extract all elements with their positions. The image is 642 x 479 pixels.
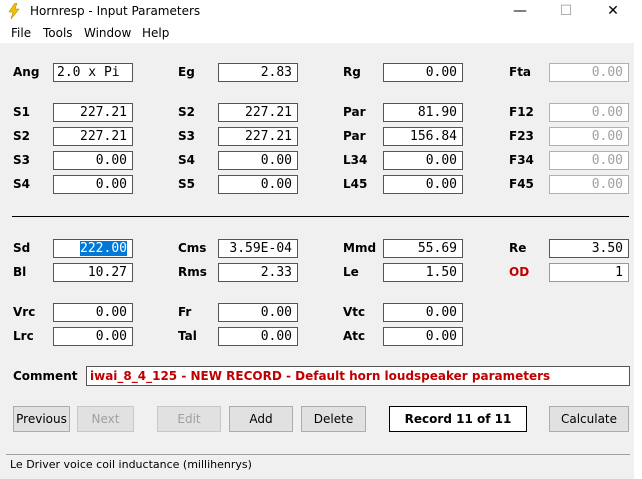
f34-field[interactable]: 0.00 <box>549 151 629 170</box>
hornresp-window: Hornresp - Input Parameters — ☐ ✕ File T… <box>0 0 634 479</box>
mmd-label: Mmd <box>343 241 377 255</box>
calculate-button[interactable]: Calculate <box>549 406 629 432</box>
s4-label: S4 <box>13 177 30 191</box>
s2-label: S2 <box>178 105 195 119</box>
eg-label: Eg <box>178 65 195 79</box>
menu-file[interactable]: File <box>11 26 31 40</box>
f12-label: F12 <box>509 105 534 119</box>
add-button[interactable]: Add <box>229 406 293 432</box>
sd-label: Sd <box>13 241 31 255</box>
fta-label: Fta <box>509 65 532 79</box>
sd-selected-value: 222.00 <box>80 241 127 256</box>
par-field[interactable]: 156.84 <box>383 127 463 146</box>
title-bar: Hornresp - Input Parameters — ☐ ✕ <box>0 0 634 23</box>
mmd-field[interactable]: 55.69 <box>383 239 463 258</box>
s2-field[interactable]: 227.21 <box>218 103 298 122</box>
tal-label: Tal <box>178 329 197 343</box>
s4-label: S4 <box>178 153 195 167</box>
fr-field[interactable]: 0.00 <box>218 303 298 322</box>
s4-field[interactable]: 0.00 <box>53 175 133 194</box>
lrc-field[interactable]: 0.00 <box>53 327 133 346</box>
vtc-label: Vtc <box>343 305 366 319</box>
input-parameters-panel: Ang 2.0 x Pi Eg 2.83 Rg 0.00 Fta 0.00 S1… <box>0 43 634 479</box>
re-field[interactable]: 3.50 <box>549 239 629 258</box>
lightning-bolt-icon <box>6 2 22 20</box>
menu-window[interactable]: Window <box>84 26 131 40</box>
par-field[interactable]: 81.90 <box>383 103 463 122</box>
f23-field[interactable]: 0.00 <box>549 127 629 146</box>
bl-field[interactable]: 10.27 <box>53 263 133 282</box>
s3-label: S3 <box>178 129 195 143</box>
l34-label: L34 <box>343 153 368 167</box>
ang-field[interactable]: 2.0 x Pi <box>53 63 133 82</box>
comment-label: Comment <box>13 369 78 383</box>
status-bar: Le Driver voice coil inductance (millihe… <box>6 454 630 473</box>
sd-field[interactable]: 222.00 <box>53 239 133 258</box>
s4-field[interactable]: 0.00 <box>218 151 298 170</box>
s2-label: S2 <box>13 129 30 143</box>
s2-field[interactable]: 227.21 <box>53 127 133 146</box>
f23-label: F23 <box>509 129 534 143</box>
cms-label: Cms <box>178 241 207 255</box>
f45-label: F45 <box>509 177 534 191</box>
window-title: Hornresp - Input Parameters <box>30 4 201 18</box>
tal-field[interactable]: 0.00 <box>218 327 298 346</box>
fr-label: Fr <box>178 305 192 319</box>
s5-field[interactable]: 0.00 <box>218 175 298 194</box>
rms-label: Rms <box>178 265 207 279</box>
edit-button[interactable]: Edit <box>157 406 221 432</box>
vrc-field[interactable]: 0.00 <box>53 303 133 322</box>
minimize-button[interactable]: — <box>497 0 543 23</box>
par-label: Par <box>343 105 366 119</box>
section-divider <box>12 216 629 217</box>
eg-field[interactable]: 2.83 <box>218 63 298 82</box>
rms-field[interactable]: 2.33 <box>218 263 298 282</box>
rg-field[interactable]: 0.00 <box>383 63 463 82</box>
record-indicator: Record 11 of 11 <box>389 406 527 432</box>
fta-field[interactable]: 0.00 <box>549 63 629 82</box>
vrc-label: Vrc <box>13 305 36 319</box>
rg-label: Rg <box>343 65 361 79</box>
re-label: Re <box>509 241 527 255</box>
od-label[interactable]: OD <box>509 265 529 279</box>
delete-button[interactable]: Delete <box>301 406 366 432</box>
par-label: Par <box>343 129 366 143</box>
atc-field[interactable]: 0.00 <box>383 327 463 346</box>
f12-field[interactable]: 0.00 <box>549 103 629 122</box>
lrc-label: Lrc <box>13 329 34 343</box>
atc-label: Atc <box>343 329 366 343</box>
menu-help[interactable]: Help <box>142 26 169 40</box>
l34-field[interactable]: 0.00 <box>383 151 463 170</box>
od-field[interactable]: 1 <box>549 263 629 282</box>
l45-label: L45 <box>343 177 368 191</box>
cms-field[interactable]: 3.59E-04 <box>218 239 298 258</box>
f45-field[interactable]: 0.00 <box>549 175 629 194</box>
bl-label: Bl <box>13 265 27 279</box>
l45-field[interactable]: 0.00 <box>383 175 463 194</box>
s5-label: S5 <box>178 177 195 191</box>
menu-tools[interactable]: Tools <box>43 26 73 40</box>
s1-field[interactable]: 227.21 <box>53 103 133 122</box>
s3-label: S3 <box>13 153 30 167</box>
vtc-field[interactable]: 0.00 <box>383 303 463 322</box>
close-button[interactable]: ✕ <box>590 0 636 23</box>
previous-button[interactable]: Previous <box>13 406 70 432</box>
next-button[interactable]: Next <box>77 406 134 432</box>
menu-bar: File Tools Window Help <box>0 23 634 43</box>
maximize-button[interactable]: ☐ <box>543 0 589 23</box>
ang-label: Ang <box>13 65 40 79</box>
f34-label: F34 <box>509 153 534 167</box>
s3-field[interactable]: 227.21 <box>218 127 298 146</box>
le-label: Le <box>343 265 359 279</box>
s3-field[interactable]: 0.00 <box>53 151 133 170</box>
le-field[interactable]: 1.50 <box>383 263 463 282</box>
comment-field[interactable]: iwai_8_4_125 - NEW RECORD - Default horn… <box>86 366 630 386</box>
s1-label: S1 <box>13 105 30 119</box>
